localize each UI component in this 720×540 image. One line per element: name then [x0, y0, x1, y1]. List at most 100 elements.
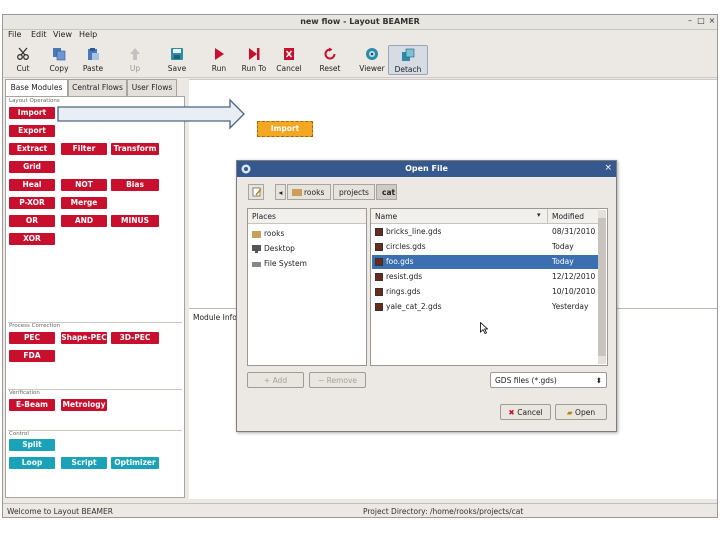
dialog-cancel-label: Cancel — [517, 408, 543, 417]
module-grid[interactable]: Grid — [9, 161, 55, 173]
module-merge[interactable]: Merge — [61, 197, 107, 209]
dialog-close-icon[interactable]: × — [604, 163, 612, 173]
file-type-filter-value: GDS files (*.gds) — [495, 376, 557, 385]
module-p-xor[interactable]: P-XOR — [9, 197, 55, 209]
add-place-button[interactable]: + Add — [247, 372, 304, 388]
cancel-button[interactable]: Cancel — [269, 45, 309, 75]
file-name: bricks_line.gds — [386, 227, 442, 236]
module-transform[interactable]: Transform — [111, 143, 159, 155]
run-to-button[interactable]: Run To — [234, 45, 274, 75]
gds-file-icon — [375, 303, 383, 311]
section-process-correction: Process Correction — [9, 323, 61, 329]
menu-file[interactable]: File — [8, 30, 21, 39]
cancel-x-icon: ✖ — [508, 408, 518, 417]
run-icon — [215, 48, 224, 60]
crumb-back-button[interactable]: ◂ — [275, 184, 286, 200]
places-header: Places — [248, 209, 366, 224]
tab-base-modules[interactable]: Base Modules — [5, 79, 68, 97]
module-tabs: Base Modules Central Flows User Flows — [5, 79, 185, 97]
module-e-beam[interactable]: E-Beam — [9, 399, 55, 411]
module-or[interactable]: OR — [9, 215, 55, 227]
menu-help[interactable]: Help — [79, 30, 97, 39]
cut-button[interactable]: Cut — [3, 45, 43, 75]
file-row[interactable]: circles.gds Today — [372, 240, 598, 254]
canvas-import-node[interactable]: Import — [257, 121, 313, 137]
module-minus[interactable]: MINUS — [111, 215, 159, 227]
tab-user-flows[interactable]: User Flows — [127, 79, 177, 96]
gds-file-icon — [375, 288, 383, 296]
minimize-icon[interactable]: – — [685, 16, 695, 26]
reset-button[interactable]: Reset — [310, 45, 350, 75]
places-pane: Places rooks Desktop File System — [247, 208, 367, 366]
maximize-icon[interactable]: □ — [696, 16, 706, 26]
crumb-projects[interactable]: projects — [333, 184, 375, 200]
place-desktop-label: Desktop — [264, 244, 295, 253]
module-export[interactable]: Export — [9, 125, 55, 137]
module-filter[interactable]: Filter — [61, 143, 107, 155]
menu-view[interactable]: View — [53, 30, 72, 39]
detach-button[interactable]: Detach — [388, 45, 428, 75]
module-heal[interactable]: Heal — [9, 179, 55, 191]
dialog-title-bar: Open File × — [237, 161, 616, 177]
viewer-button[interactable]: Viewer — [352, 45, 392, 75]
gds-file-icon — [375, 273, 383, 281]
paste-button[interactable]: Paste — [73, 45, 113, 75]
module-pec[interactable]: PEC — [9, 332, 55, 344]
dialog-open-button[interactable]: ▰ Open — [555, 404, 607, 420]
module-metrology[interactable]: Metrology — [61, 399, 107, 411]
detach-icon — [402, 48, 415, 61]
module-not[interactable]: NOT — [61, 179, 107, 191]
chevron-left-icon: ◂ — [278, 188, 283, 197]
edit-path-button[interactable] — [248, 184, 264, 200]
module-shape-pec[interactable]: Shape-PEC — [61, 332, 107, 344]
menu-bar: File Edit View Help — [3, 29, 717, 41]
file-row[interactable]: bricks_line.gds 08/31/2010 — [372, 225, 598, 239]
open-folder-icon: ▰ — [566, 408, 576, 417]
file-list-header: Name ▾ Modified — [371, 209, 599, 224]
close-icon[interactable]: × — [707, 16, 717, 26]
scrollbar-thumb[interactable] — [598, 218, 606, 356]
crumb-rooks-label: rooks — [304, 188, 325, 197]
file-row[interactable]: resist.gds 12/12/2010 — [372, 270, 598, 284]
run-to-label: Run To — [241, 64, 267, 73]
module-fda[interactable]: FDA — [9, 350, 55, 362]
detach-label: Detach — [394, 65, 422, 74]
home-folder-icon — [252, 231, 261, 238]
module-loop[interactable]: Loop — [9, 457, 55, 469]
module-3d-pec[interactable]: 3D-PEC — [111, 332, 159, 344]
module-and[interactable]: AND — [61, 215, 107, 227]
menu-edit[interactable]: Edit — [31, 30, 47, 39]
gds-file-icon — [375, 258, 383, 266]
module-split[interactable]: Split — [9, 439, 55, 451]
up-button[interactable]: Up — [115, 45, 155, 75]
gds-file-icon — [375, 228, 383, 236]
cancel-label: Cancel — [276, 64, 302, 73]
run-button[interactable]: Run — [199, 45, 239, 75]
save-button[interactable]: Save — [157, 45, 197, 75]
dialog-cancel-button[interactable]: ✖ Cancel — [500, 404, 551, 420]
module-bias[interactable]: Bias — [111, 179, 159, 191]
module-script[interactable]: Script — [61, 457, 107, 469]
module-xor[interactable]: XOR — [9, 233, 55, 245]
file-row-selected[interactable]: foo.gds Today — [372, 255, 598, 269]
module-import[interactable]: Import — [9, 107, 55, 119]
crumb-cat[interactable]: cat — [376, 184, 397, 200]
add-label: Add — [272, 376, 288, 385]
column-name[interactable]: Name — [375, 212, 397, 221]
drive-icon — [252, 262, 261, 267]
crumb-rooks[interactable]: rooks — [287, 184, 331, 200]
status-message: Welcome to Layout BEAMER — [7, 507, 113, 516]
module-extract[interactable]: Extract — [9, 143, 55, 155]
remove-place-button[interactable]: − Remove — [309, 372, 366, 388]
toolbar: Cut Copy Paste Up Save Run Run To Cancel… — [3, 43, 717, 78]
mouse-cursor-icon — [480, 322, 488, 334]
tab-central-flows[interactable]: Central Flows — [68, 79, 127, 96]
file-row[interactable]: yale_cat_2.gds Yesterday — [372, 300, 598, 314]
file-type-filter[interactable]: GDS files (*.gds) ⬍ — [490, 372, 607, 388]
module-info-label: Module Info — [193, 313, 237, 322]
chevron-updown-icon: ⬍ — [595, 376, 602, 385]
file-row[interactable]: rings.gds 10/10/2010 — [372, 285, 598, 299]
module-optimizer[interactable]: Optimizer — [111, 457, 159, 469]
file-list-scrollbar[interactable] — [598, 210, 606, 364]
column-modified[interactable]: Modified — [552, 212, 584, 221]
